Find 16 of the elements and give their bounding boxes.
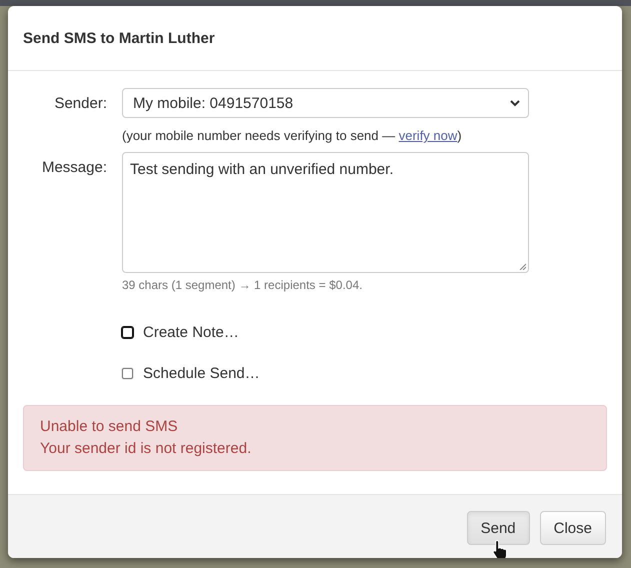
checkbox-label: Schedule Send… [143, 365, 260, 382]
message-label: Message: [40, 158, 107, 178]
dialog-button[interactable]: Send [466, 511, 530, 545]
verification-note: (your mobile number needs verifying to send — verify now) [122, 128, 463, 143]
character-count: 39 chars (1 segment) → 1 recipients = $0.04. [122, 278, 364, 292]
chevron-down-icon [510, 100, 520, 106]
checkbox-label: Create Note… [143, 324, 239, 341]
message-field[interactable]: Test sending with an unverified number. [122, 152, 529, 273]
dialog-button[interactable]: Close [540, 511, 606, 545]
verify-now-link[interactable]: verify now [398, 128, 458, 143]
error-message: Unable to send SMS [40, 417, 178, 437]
dialog-title: Send SMS to Martin Luther [23, 30, 215, 46]
error-message: Your sender id is not registered. [40, 439, 252, 459]
resize-handle-icon [519, 263, 526, 270]
sender-label: Sender: [53, 94, 107, 114]
sender-select[interactable]: My mobile: 0491570158 [122, 88, 529, 118]
